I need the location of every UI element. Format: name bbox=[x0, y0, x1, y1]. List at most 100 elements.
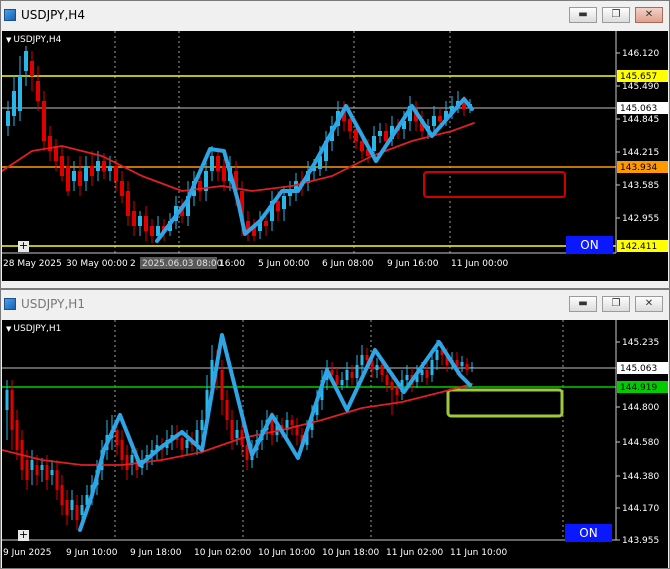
price-marker-label: 143.934 bbox=[620, 163, 657, 173]
bear-candle bbox=[75, 505, 79, 520]
bear-candle bbox=[230, 420, 234, 440]
bull-candle bbox=[345, 370, 349, 380]
zigzag-line bbox=[78, 333, 472, 532]
bear-candle bbox=[264, 221, 268, 226]
price-tick-label: 143.955 bbox=[622, 536, 659, 546]
bear-candle bbox=[90, 166, 94, 176]
price-tick-label: 142.955 bbox=[622, 214, 659, 224]
bear-candle bbox=[66, 166, 70, 191]
bear-candle bbox=[10, 390, 14, 430]
time-tick-label: 30 May 00:00 bbox=[66, 259, 128, 269]
bear-candle bbox=[78, 171, 82, 186]
bear-candle bbox=[30, 61, 34, 76]
bear-candle bbox=[360, 141, 364, 151]
bull-candle bbox=[50, 470, 54, 475]
minimize-button[interactable]: ▬ bbox=[569, 7, 597, 23]
bull-candle bbox=[24, 51, 28, 71]
close-button[interactable]: ✕ bbox=[635, 7, 663, 23]
bear-candle bbox=[54, 146, 58, 161]
price-chart-h1[interactable]: 145.235 144.800 144.580 144.380 144.170 143.9… bbox=[2, 320, 668, 568]
price-chart-h4[interactable]: 146.120 145.490 144.845 144.215 143.585 142.9… bbox=[2, 31, 668, 281]
bull-candle bbox=[460, 362, 464, 366]
time-tick-label: 11 Jun 02:00 bbox=[386, 548, 443, 558]
bull-candle bbox=[84, 166, 88, 181]
bull-candle bbox=[378, 131, 382, 136]
bull-candle bbox=[432, 116, 436, 126]
bear-candle bbox=[125, 455, 129, 470]
time-tick-label: 11 Jun 10:00 bbox=[450, 548, 507, 558]
time-tick-label: 28 May 2025 bbox=[3, 259, 62, 269]
crosshair-plus-icon[interactable]: + bbox=[18, 529, 29, 541]
bear-candle bbox=[395, 388, 399, 395]
bear-candle bbox=[15, 420, 19, 450]
price-tick-label: 145.235 bbox=[622, 338, 659, 348]
green-zone-rectangle bbox=[446, 388, 564, 418]
symbol-label-h4: ▼ USDJPY,H4 bbox=[6, 35, 62, 45]
bull-candle bbox=[30, 460, 34, 470]
bear-candle bbox=[384, 131, 388, 141]
window-title-h1: USDJPY,H1 bbox=[21, 297, 85, 311]
bull-candle bbox=[185, 440, 189, 448]
bull-candle bbox=[470, 367, 474, 368]
price-tick-label: 144.845 bbox=[622, 115, 659, 125]
on-button-h1[interactable]: ON bbox=[565, 524, 612, 542]
bear-candle bbox=[126, 191, 130, 216]
bull-candle bbox=[235, 430, 239, 438]
minimize-icon: ▬ bbox=[578, 298, 588, 309]
bear-candle bbox=[348, 119, 352, 131]
bull-candle bbox=[70, 500, 74, 510]
time-tick-label: 2 bbox=[130, 259, 136, 269]
price-tick-label: 144.215 bbox=[622, 148, 659, 158]
chart-window-h4[interactable]: USDJPY,H4 ▬ ❐ ✕ 146.120 145.490 144.845 144… bbox=[0, 0, 670, 289]
bear-candle bbox=[35, 465, 39, 475]
time-tick-label: 6 Jun 08:00 bbox=[322, 259, 374, 269]
minimize-icon: ▬ bbox=[578, 9, 588, 20]
restore-button[interactable]: ❐ bbox=[602, 296, 630, 312]
bear-candle bbox=[438, 116, 442, 121]
bear-candle bbox=[390, 382, 394, 390]
time-tick-label: 5 Jun 00:00 bbox=[258, 259, 310, 269]
crosshair-plus-icon[interactable]: + bbox=[18, 240, 29, 252]
minimize-button[interactable]: ▬ bbox=[569, 296, 597, 312]
time-tick-label: 9 Jun 2025 bbox=[3, 548, 51, 558]
chart-window-icon bbox=[4, 9, 16, 21]
bear-candle bbox=[25, 460, 29, 480]
on-button-h4[interactable]: ON bbox=[566, 236, 613, 254]
bear-candle bbox=[114, 166, 118, 181]
bear-candle bbox=[60, 156, 64, 176]
bear-candle bbox=[120, 181, 124, 196]
bear-candle bbox=[465, 364, 469, 370]
price-marker-label: 142.411 bbox=[620, 242, 657, 252]
bear-candle bbox=[425, 370, 429, 378]
close-icon: ✕ bbox=[644, 298, 654, 309]
price-tick-label: 144.170 bbox=[622, 504, 659, 514]
bull-candle bbox=[405, 375, 409, 380]
price-tick-label: 144.800 bbox=[622, 403, 659, 413]
bear-candle bbox=[380, 365, 384, 375]
bear-candle bbox=[55, 470, 59, 490]
bear-candle bbox=[115, 430, 119, 445]
crosshair-time-label: 2025.06.03 08:00 bbox=[142, 259, 223, 269]
bull-candle bbox=[138, 216, 142, 226]
restore-button[interactable]: ❐ bbox=[602, 7, 630, 23]
bear-candle bbox=[42, 101, 46, 141]
bull-candle bbox=[18, 76, 22, 111]
window-titlebar-h4[interactable]: USDJPY,H4 ▬ ❐ ✕ bbox=[1, 1, 669, 29]
bull-candle bbox=[435, 350, 439, 360]
window-titlebar-h1[interactable]: USDJPY,H1 ▬ ❐ ✕ bbox=[1, 290, 669, 318]
chart-window-h1[interactable]: USDJPY,H1 ▬ ❐ ✕ 145.235 144.800 144.580 144… bbox=[0, 289, 670, 569]
bull-candle bbox=[282, 196, 286, 209]
close-button[interactable]: ✕ bbox=[635, 296, 663, 312]
time-tick-label: 9 Jun 16:00 bbox=[387, 259, 439, 269]
bear-candle bbox=[60, 485, 64, 505]
symbol-label-h1: ▼ USDJPY,H1 bbox=[6, 324, 62, 334]
bear-candle bbox=[65, 500, 69, 515]
price-marker-label: 145.063 bbox=[620, 104, 657, 114]
bear-candle bbox=[120, 440, 124, 460]
restore-icon: ❐ bbox=[611, 9, 621, 20]
time-tick-label: 9 Jun 10:00 bbox=[66, 548, 118, 558]
dropdown-triangle-icon: ▼ bbox=[6, 325, 12, 333]
bear-candle bbox=[222, 166, 226, 181]
time-tick-label: 10 Jun 10:00 bbox=[258, 548, 315, 558]
bull-candle bbox=[40, 465, 44, 470]
